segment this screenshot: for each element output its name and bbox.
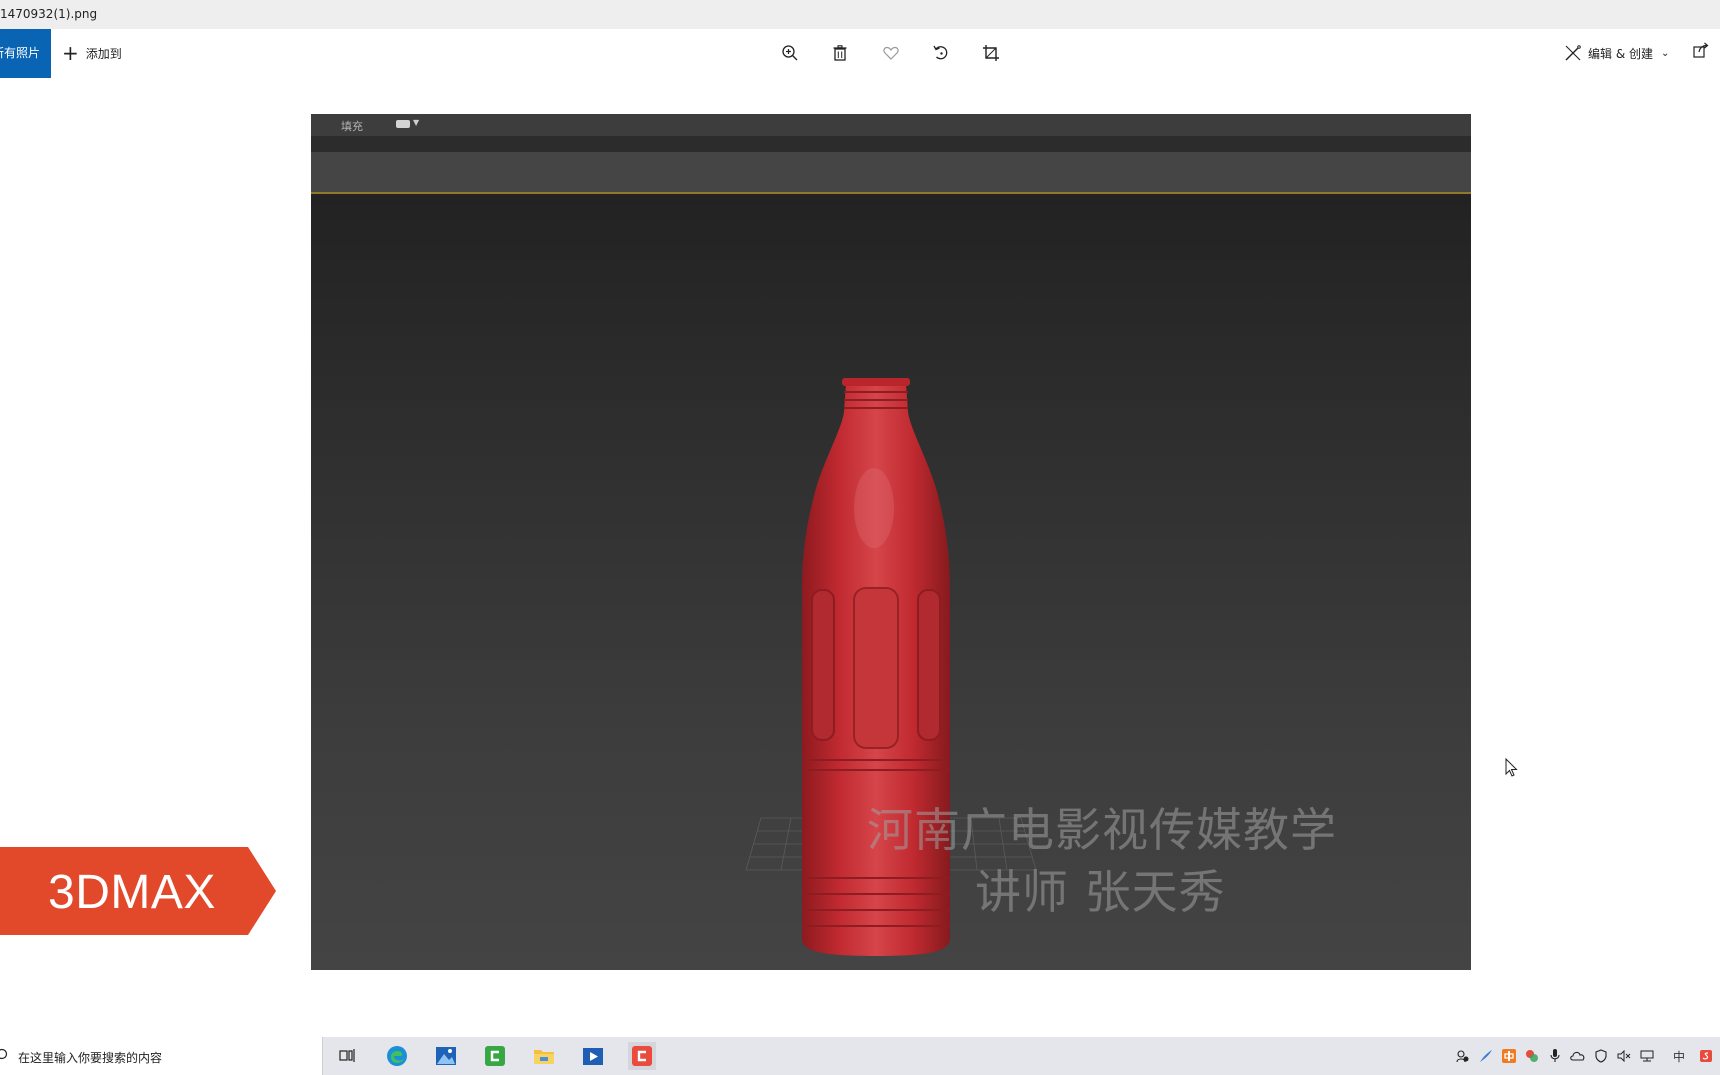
people-tray-icon[interactable] bbox=[1454, 1047, 1472, 1065]
zoom-in-button[interactable] bbox=[778, 41, 802, 65]
fill-label: 填充 bbox=[341, 120, 363, 133]
displayed-image: 填充 ▼ 河南广电影视传媒教学 讲师 张天秀 bbox=[311, 114, 1471, 970]
edge-icon bbox=[387, 1046, 407, 1066]
crop-button[interactable] bbox=[979, 41, 1003, 65]
dropdown-icon bbox=[396, 120, 410, 128]
add-to-button[interactable]: + 添加到 bbox=[62, 41, 122, 65]
feather-tray-icon[interactable] bbox=[1477, 1047, 1495, 1065]
chevron-down-icon: ⌄ bbox=[1661, 47, 1670, 59]
badge-label: 3DMAX bbox=[48, 866, 216, 919]
edit-create-icon bbox=[1565, 45, 1581, 61]
volume-muted-tray-icon[interactable] bbox=[1615, 1047, 1633, 1065]
red-bottle-model bbox=[802, 378, 950, 956]
watermark-line-1: 河南广电影视传媒教学 bbox=[867, 803, 1337, 857]
crop-icon bbox=[983, 45, 999, 61]
viewport-menu-bar: 填充 ▼ bbox=[311, 114, 1471, 136]
media-player-icon bbox=[583, 1048, 603, 1065]
file-explorer-taskbar-button[interactable] bbox=[530, 1042, 558, 1070]
add-to-label: 添加到 bbox=[85, 46, 122, 61]
taskbar: 在这里输入你要搜索的内容 中 bbox=[0, 1037, 1720, 1075]
network-tray-icon[interactable] bbox=[1638, 1047, 1656, 1065]
folder-icon bbox=[534, 1050, 554, 1064]
task-view-icon bbox=[339, 1049, 355, 1062]
mouse-cursor-icon bbox=[1505, 758, 1518, 777]
trash-icon bbox=[833, 45, 847, 61]
notification-tray-icon[interactable] bbox=[1697, 1047, 1715, 1065]
camtasia-icon bbox=[485, 1046, 505, 1066]
edge-taskbar-button[interactable] bbox=[383, 1042, 411, 1070]
sogou-ime-tray-icon[interactable] bbox=[1500, 1047, 1518, 1065]
security-tray-icon[interactable] bbox=[1592, 1047, 1610, 1065]
plus-icon: + bbox=[62, 41, 79, 65]
camtasia-taskbar-button[interactable] bbox=[481, 1042, 509, 1070]
taskbar-search-box[interactable]: 在这里输入你要搜索的内容 bbox=[0, 1037, 323, 1075]
task-view-button[interactable] bbox=[334, 1042, 362, 1070]
heart-icon bbox=[883, 46, 899, 60]
ime-indicator[interactable]: 中 bbox=[1670, 1047, 1688, 1065]
microphone-tray-icon[interactable] bbox=[1546, 1047, 1564, 1065]
viewport-ribbon bbox=[311, 152, 1471, 194]
edit-create-label: 编辑 & 创建 bbox=[1588, 46, 1653, 61]
photos-toolbar: 所有照片 + 添加到 编辑 & 创建 ⌄ bbox=[0, 29, 1720, 78]
rotate-icon bbox=[933, 45, 948, 60]
viewport-scene: 河南广电影视传媒教学 讲师 张天秀 bbox=[311, 194, 1471, 970]
photos-icon bbox=[436, 1047, 456, 1065]
3dmax-badge: 3DMAX bbox=[0, 847, 276, 935]
rotate-button[interactable] bbox=[929, 41, 953, 65]
window-title: 1470932(1).png bbox=[0, 7, 98, 21]
onedrive-tray-icon[interactable] bbox=[1569, 1047, 1587, 1065]
viewport-toolbar-strip bbox=[311, 136, 1471, 152]
share-icon bbox=[1693, 42, 1709, 58]
title-bar: 1470932(1).png bbox=[0, 0, 1720, 29]
watermark-line-2: 讲师 张天秀 bbox=[975, 865, 1226, 919]
share-button[interactable] bbox=[1692, 41, 1716, 65]
all-photos-button[interactable]: 所有照片 bbox=[0, 29, 51, 78]
app-c-taskbar-button[interactable] bbox=[628, 1042, 656, 1070]
zoom-in-icon bbox=[782, 45, 798, 61]
caret-down-icon: ▼ bbox=[413, 118, 420, 127]
delete-button[interactable] bbox=[828, 41, 852, 65]
search-icon bbox=[0, 1048, 8, 1060]
edit-create-button[interactable]: 编辑 & 创建 ⌄ bbox=[1564, 41, 1669, 65]
photos-taskbar-button[interactable] bbox=[432, 1042, 460, 1070]
search-placeholder: 在这里输入你要搜索的内容 bbox=[18, 1051, 163, 1065]
favorite-button[interactable] bbox=[879, 41, 903, 65]
colorful-tray-icon[interactable] bbox=[1523, 1047, 1541, 1065]
app-c-icon bbox=[632, 1046, 652, 1066]
media-player-taskbar-button[interactable] bbox=[579, 1042, 607, 1070]
